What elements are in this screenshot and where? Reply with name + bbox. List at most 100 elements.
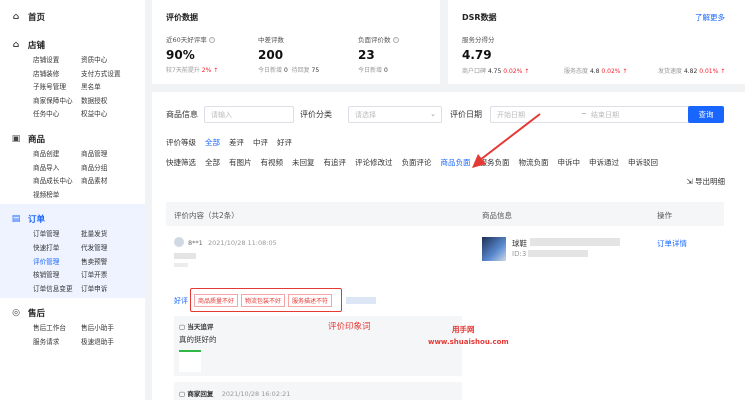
- dsr-title: DSR数据: [462, 13, 497, 22]
- quick-option[interactable]: 未回复: [292, 157, 315, 168]
- impression-tag: 物流包装不好: [241, 294, 286, 307]
- sidebar-section-product: ▣ 商品 商品创建 商品管理 商品导入 商品分组 商品成长中心 商品素材 视频榜…: [0, 124, 145, 204]
- level-option[interactable]: 差评: [229, 137, 244, 148]
- sidebar-item[interactable]: 权益中心: [81, 108, 141, 122]
- sidebar-item[interactable]: 订单开票: [81, 269, 141, 283]
- sidebar-item[interactable]: 任务中心: [33, 108, 81, 122]
- sidebar-item-home[interactable]: ⌂ 首页: [0, 0, 145, 30]
- good-rate-value: 90%: [166, 48, 195, 62]
- impression-annotation: 评价印象词: [328, 322, 371, 332]
- level-option[interactable]: 全部: [205, 137, 220, 148]
- table-header: [166, 202, 724, 226]
- sidebar-section-header[interactable]: ▣ 商品: [0, 130, 145, 148]
- product-thumbnail[interactable]: [482, 237, 506, 261]
- export-button[interactable]: ⇲ 导出明细: [686, 176, 725, 187]
- column-header-content: 评价内容（共2条）: [174, 211, 239, 220]
- quick-option[interactable]: 申诉驳回: [628, 157, 658, 168]
- sidebar-section-header[interactable]: ⌂ 店铺: [0, 36, 145, 54]
- sidebar-item[interactable]: 商品分组: [81, 162, 141, 176]
- chevron-down-icon: ⌄: [430, 110, 436, 118]
- sidebar-item[interactable]: 商品素材: [81, 175, 141, 189]
- sidebar-item[interactable]: 订单管理: [33, 228, 81, 242]
- sidebar-item-review-management[interactable]: 评价管理: [33, 256, 81, 270]
- sidebar-item[interactable]: 订单信息变更: [33, 283, 81, 297]
- sidebar-item[interactable]: 商品管理: [81, 148, 141, 162]
- impression-tag: 服务描述不符: [288, 294, 333, 307]
- quick-option[interactable]: 有视频: [261, 157, 284, 168]
- sidebar-item[interactable]: 资质中心: [81, 54, 141, 68]
- sidebar-item[interactable]: 售后工作台: [33, 322, 81, 336]
- quick-option[interactable]: 有图片: [229, 157, 252, 168]
- sidebar-item[interactable]: 店铺设置: [33, 54, 81, 68]
- followup-panel: ▢ 当天追评 真的挺好的: [174, 316, 462, 376]
- sidebar-item[interactable]: 商品创建: [33, 148, 81, 162]
- reply-panel: ▢ 商家回复 2021/10/28 16:02:21: [174, 382, 462, 400]
- help-icon[interactable]: ?: [208, 37, 215, 43]
- sidebar-item[interactable]: 极速退助手: [81, 336, 141, 350]
- sidebar-item[interactable]: 商品成长中心: [33, 175, 81, 189]
- review-category-select[interactable]: 请选择 ⌄: [348, 106, 442, 123]
- level-option[interactable]: 中评: [253, 137, 268, 148]
- sidebar-item[interactable]: 批量发货: [81, 228, 141, 242]
- sidebar-item[interactable]: 售卖预警: [81, 256, 141, 270]
- arrow-up-icon: ↑: [718, 68, 726, 75]
- learn-more-link[interactable]: 了解更多: [695, 12, 725, 23]
- sidebar-item[interactable]: 数据授权: [81, 95, 141, 109]
- box-icon: ▣: [11, 133, 21, 144]
- sidebar-item[interactable]: 店铺装修: [33, 68, 81, 82]
- sidebar-item[interactable]: 核销管理: [33, 269, 81, 283]
- dsr-card: DSR数据 了解更多 服务分得分 4.79 商户口碑 4.75 0.02% ↑ …: [448, 0, 745, 84]
- sidebar-item[interactable]: 快速打单: [33, 242, 81, 256]
- quick-option[interactable]: 负面评论: [402, 157, 432, 168]
- avatar: [174, 237, 184, 247]
- service-icon: ◎: [12, 308, 20, 319]
- sidebar-item[interactable]: 售后小助手: [81, 322, 141, 336]
- arrow-up-icon: ↑: [620, 68, 628, 75]
- sidebar-item[interactable]: 订单申诉: [81, 283, 141, 297]
- review-list-card: 商品信息 请输入 评价分类 请选择 ⌄ 评价日期 开始日期 ~ 结束日期 ▦ 查…: [152, 92, 745, 400]
- arrow-up-icon: ↑: [211, 67, 219, 74]
- store-icon: ⌂: [12, 40, 20, 50]
- sidebar-item[interactable]: 支付方式设置: [81, 68, 141, 82]
- followup-image[interactable]: [179, 350, 201, 372]
- sidebar-item[interactable]: 视频榜单: [33, 189, 81, 203]
- product-info-input[interactable]: 请输入: [204, 106, 294, 123]
- watermark-text: 用手网: [452, 325, 475, 334]
- sidebar-item[interactable]: 代发管理: [81, 242, 141, 256]
- blurred-text: [174, 263, 188, 267]
- sidebar-section-header[interactable]: ▤ 订单: [0, 210, 145, 228]
- quick-option[interactable]: 申诉中: [558, 157, 581, 168]
- review-time: 2021/10/28 11:08:05: [208, 239, 277, 247]
- query-button[interactable]: 查询: [688, 106, 724, 123]
- comment-icon: ▢: [179, 323, 186, 331]
- product-name[interactable]: 球鞋: [512, 238, 527, 249]
- quick-option[interactable]: 申诉通过: [589, 157, 619, 168]
- sidebar-item[interactable]: 商家保障中心: [33, 95, 81, 109]
- sidebar-section-header[interactable]: ◎ 售后: [0, 304, 145, 322]
- sidebar-item[interactable]: 商品导入: [33, 162, 81, 176]
- quick-filter: 快捷筛选 全部 有图片 有视频 未回复 有追评 评论修改过 负面评论 商品负面 …: [166, 157, 658, 168]
- product-info-label: 商品信息: [166, 110, 198, 119]
- column-header-product: 商品信息: [482, 211, 512, 220]
- blurred-text: [530, 238, 620, 246]
- level-option[interactable]: 好评: [277, 137, 292, 148]
- home-icon: ⌂: [12, 12, 20, 22]
- sidebar-item[interactable]: 黑名单: [81, 81, 141, 95]
- good-review-label: 好评: [174, 297, 188, 305]
- blurred-text: [174, 253, 196, 259]
- help-icon[interactable]: ?: [392, 37, 399, 43]
- reviewer-name: 8**1: [188, 239, 203, 247]
- sidebar-item[interactable]: 子账号管理: [33, 81, 81, 95]
- sidebar-section-store: ⌂ 店铺 店铺设置 资质中心 店铺装修 支付方式设置 子账号管理 黑名单 商家保…: [0, 30, 145, 124]
- quick-option[interactable]: 全部: [205, 157, 220, 168]
- sidebar-item[interactable]: 服务请求: [33, 336, 81, 350]
- sidebar-section-order: ▤ 订单 订单管理 批量发货 快速打单 代发管理 评价管理 售卖预警 核销管理 …: [0, 204, 145, 299]
- quick-option[interactable]: 评论修改过: [355, 157, 393, 168]
- product-id: ID:3: [512, 250, 527, 258]
- blurred-text: [346, 297, 376, 304]
- level-filter: 评价等级 全部 差评 中评 好评: [166, 137, 292, 148]
- negative-value: 23: [358, 48, 375, 62]
- order-detail-link[interactable]: 订单详情: [657, 238, 687, 249]
- quick-option[interactable]: 有追评: [324, 157, 347, 168]
- arrow-up-icon: ↑: [522, 68, 530, 75]
